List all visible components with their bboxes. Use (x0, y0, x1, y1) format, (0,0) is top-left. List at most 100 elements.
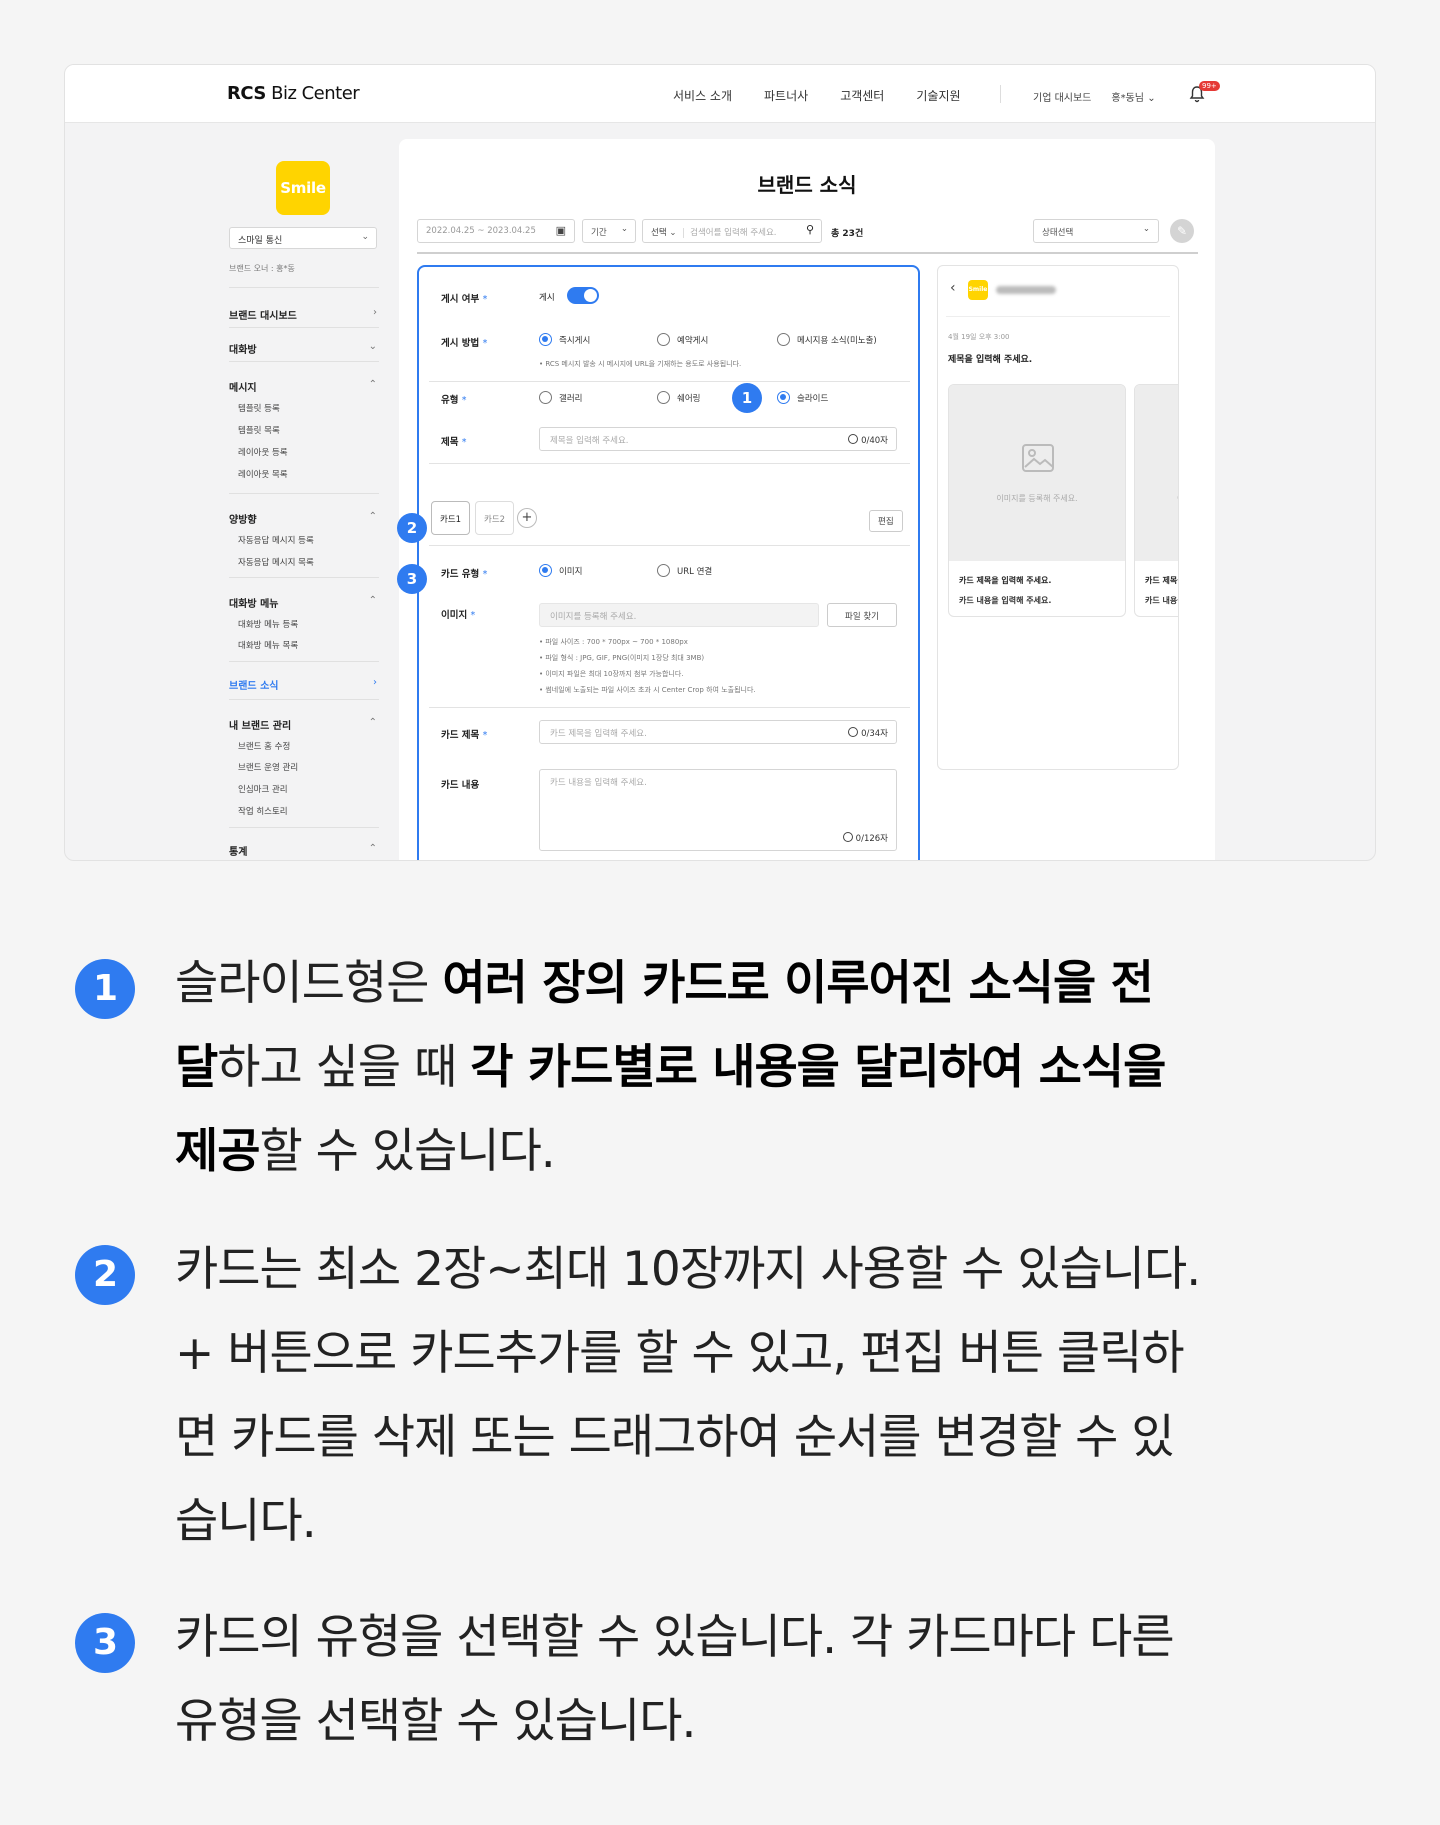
sidebar-subitem[interactable]: 템플릿 등록 (238, 402, 280, 414)
search-box[interactable]: 선택 ⌄ 검색어를 입력해 주세요. ⚲ (642, 219, 822, 243)
post-toggle[interactable] (567, 287, 599, 304)
sidebar-subitem[interactable]: 레이아웃 등록 (238, 446, 288, 458)
sidebar-item-chat-menu[interactable]: 대화방 메뉴 ⌃ (229, 595, 377, 610)
preview-brand-logo: Smile (968, 280, 988, 300)
tab-card-1[interactable]: 카드1 (431, 501, 471, 535)
description-number: 1 (75, 959, 135, 1019)
description-line: 달하고 싶을 때 각 카드별로 내용을 달리하여 소식을 (175, 1026, 1166, 1110)
radio-scheduled[interactable]: 예약게시 (657, 333, 708, 346)
sidebar-subitem[interactable]: 대화방 메뉴 목록 (238, 639, 298, 651)
radio-sharing[interactable]: 쉐어링 (657, 391, 700, 404)
radio-dot (539, 391, 552, 404)
radio-card-url[interactable]: URL 연결 (657, 564, 712, 577)
sidebar-subitem[interactable]: 인심마크 관리 (238, 783, 288, 795)
date-range-input[interactable]: 2022.04.25 ~ 2023.04.25 ▣ (417, 219, 575, 243)
image-note: • 이미지 파일은 최대 10장까지 첨부 가능합니다. (539, 670, 684, 678)
nav-service-intro[interactable]: 서비스 소개 (673, 87, 732, 104)
page-title: 브랜드 소식 (757, 173, 857, 197)
title-input[interactable]: 제목을 입력해 주세요. 0/40자 (539, 427, 897, 451)
sidebar-item-chatroom[interactable]: 대화방 ⌄ (229, 341, 377, 356)
preview-image-area: 이 (1135, 385, 1178, 561)
radio-slide[interactable]: 슬라이드 (777, 391, 828, 404)
preview-card-content: 카드 내용을 입력해 주세요. (959, 596, 1052, 605)
emoji-icon[interactable] (842, 832, 853, 842)
sidebar-item-my-brand[interactable]: 내 브랜드 관리 ⌃ (229, 717, 377, 732)
preview-card-2: 이 카드 제목을 카드 내용을 (1134, 384, 1178, 617)
nav-tech-support[interactable]: 기술지원 (916, 87, 960, 104)
main-nav: 서비스 소개 파트너사 고객센터 기술지원 (673, 87, 961, 104)
chevron-down-icon: ⌄ (361, 232, 369, 242)
description-line: 면 카드를 삭제 또는 드래그하여 순서를 변경할 수 있 (175, 1396, 1200, 1480)
sidebar-subitem[interactable]: 레이아웃 목록 (238, 468, 288, 480)
emoji-icon[interactable] (848, 727, 859, 737)
sidebar-divider (229, 327, 379, 328)
preview-title: 제목을 입력해 주세요. (948, 355, 1033, 365)
marker-3: 3 (397, 564, 427, 594)
sidebar-subitem[interactable]: 브랜드 운영 관리 (238, 761, 298, 773)
chevron-right-icon: › (373, 677, 377, 688)
edit-pencil-icon[interactable]: ✎ (1170, 219, 1194, 243)
sidebar-subitem[interactable]: 작업 히스토리 (238, 805, 288, 817)
description-number: 2 (75, 1245, 135, 1305)
form-divider (429, 463, 910, 464)
sidebar-item-brand-dashboard[interactable]: 브랜드 대시보드 › (229, 307, 377, 322)
radio-dot (539, 564, 552, 577)
card-content-label: 카드 내용 (441, 780, 480, 791)
sidebar-item-stats[interactable]: 통계 ⌃ (229, 843, 377, 858)
nav-partners[interactable]: 파트너사 (764, 87, 808, 104)
description-emphasis: 각 카드별로 내용을 달리하여 소식을 (470, 1040, 1166, 1095)
top-navigation-bar: RCS Biz Center 서비스 소개 파트너사 고객센터 기술지원 기업 … (65, 65, 1375, 123)
nav-divider (1000, 85, 1001, 103)
description-3: 3 카드의 유형을 선택할 수 있습니다. 각 카드마다 다른 유형을 선택할 수… (75, 1596, 1175, 1764)
sidebar-subitem[interactable]: 자동응답 메시지 등록 (238, 534, 314, 546)
chevron-right-icon: › (373, 307, 377, 318)
card-title-input[interactable]: 카드 제목을 입력해 주세요. 0/34자 (539, 720, 897, 744)
description-emphasis: 여러 장의 카드로 이루어진 소식을 전 (442, 956, 1153, 1011)
image-note: • 파일 형식 : JPG, GIF, PNG(이미지 1장당 최대 3MB) (539, 654, 705, 662)
nav-customer-center[interactable]: 고객센터 (840, 87, 884, 104)
radio-message-only[interactable]: 메시지용 소식(미노출) (777, 333, 877, 346)
file-browse-button[interactable]: 파일 찾기 (827, 603, 897, 627)
news-form: 게시 여부 * 게시 게시 방법 * 즉시게시 예약게시 메시지용 소식(미노출… (417, 265, 920, 860)
sidebar-item-twoway[interactable]: 양방향 ⌃ (229, 511, 377, 526)
description-segment: 할 수 있습니다. (259, 1124, 555, 1179)
sidebar-divider (229, 287, 379, 288)
add-card-button[interactable]: + (517, 508, 537, 528)
sidebar-item-brand-news[interactable]: 브랜드 소식 › (229, 677, 377, 692)
search-icon[interactable]: ⚲ (806, 223, 814, 236)
nav-dashboard[interactable]: 기업 대시보드 (1033, 89, 1091, 104)
brand-select[interactable]: 스마일 통신 ⌄ (229, 227, 377, 249)
image-placeholder-icon (1022, 444, 1054, 472)
back-arrow-icon[interactable]: ‹ (950, 280, 956, 296)
period-select[interactable]: 기간 ⌄ (582, 219, 636, 243)
sidebar-subitem[interactable]: 자동응답 메시지 목록 (238, 556, 314, 568)
tab-card-2[interactable]: 카드2 (475, 501, 515, 535)
description-line: 유형을 선택할 수 있습니다. (175, 1680, 1174, 1764)
card-content-textarea[interactable]: 카드 내용을 입력해 주세요. 0/126자 (539, 769, 897, 851)
sidebar-item-message[interactable]: 메시지 ⌃ (229, 379, 377, 394)
phone-preview: ‹ Smile 4월 19일 오후 3:00 제목을 입력해 주세요. 이미지를… (937, 265, 1179, 770)
emoji-icon[interactable] (848, 434, 859, 444)
post-status-label: 게시 여부 * (441, 294, 488, 305)
radio-gallery[interactable]: 갤러리 (539, 391, 582, 404)
status-select[interactable]: 상태선택 ⌄ (1033, 219, 1159, 243)
image-file-input[interactable]: 이미지를 등록해 주세요. (539, 603, 819, 627)
form-divider (429, 545, 910, 546)
description-segment: 면 카드를 삭제 또는 드래그하여 순서를 변경할 수 있 (175, 1410, 1175, 1465)
edit-cards-button[interactable]: 편집 (869, 510, 903, 532)
title-label: 제목 * (441, 437, 467, 448)
search-type-select[interactable]: 선택 (651, 228, 667, 238)
preview-date: 4월 19일 오후 3:00 (948, 333, 1010, 341)
radio-immediate[interactable]: 즉시게시 (539, 333, 590, 346)
sidebar-subitem[interactable]: 대화방 메뉴 등록 (238, 618, 298, 630)
description-line: 제공할 수 있습니다. (175, 1110, 1165, 1194)
sidebar-subitem[interactable]: 브랜드 홈 수정 (238, 740, 290, 752)
site-logo[interactable]: RCS Biz Center (227, 83, 360, 104)
chevron-down-icon: ⌄ (620, 224, 628, 234)
search-input[interactable]: 검색어를 입력해 주세요. (683, 228, 777, 238)
sidebar-subitem[interactable]: 템플릿 목록 (238, 424, 280, 436)
radio-card-image[interactable]: 이미지 (539, 564, 582, 577)
user-menu[interactable]: 홍*동님 ⌄ (1111, 89, 1155, 104)
description-1: 1 슬라이드형은 여러 장의 카드로 이루어진 소식을 전 달하고 싶을 때 각 … (75, 942, 1166, 1194)
chevron-up-icon: ⌃ (368, 843, 377, 854)
